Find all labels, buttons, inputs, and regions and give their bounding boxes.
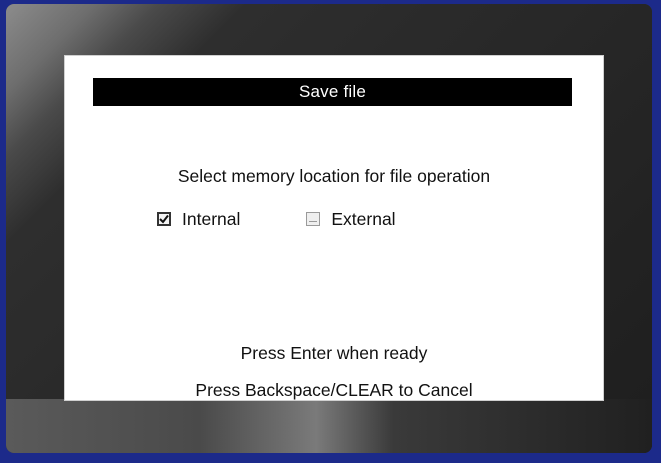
memory-location-options: Internal External xyxy=(157,207,396,231)
device-frame: Save file Select memory location for fil… xyxy=(6,4,652,453)
prompt-text: Select memory location for file operatio… xyxy=(177,166,491,186)
checkbox-unchecked-icon[interactable] xyxy=(306,212,321,226)
dialog-title: Save file xyxy=(93,78,572,106)
dialog-screen: Save file Select memory location for fil… xyxy=(64,55,604,401)
internal-label: Internal xyxy=(182,208,241,229)
cancel-hint: Press Backspace/CLEAR to Cancel xyxy=(195,380,473,400)
external-option[interactable]: External xyxy=(306,208,396,230)
frame-bottom-bevel xyxy=(6,399,652,453)
checkbox-checked-icon[interactable] xyxy=(157,212,171,226)
internal-option[interactable]: Internal xyxy=(157,209,240,230)
enter-hint: Press Enter when ready xyxy=(240,343,428,363)
external-label: External xyxy=(331,208,396,229)
